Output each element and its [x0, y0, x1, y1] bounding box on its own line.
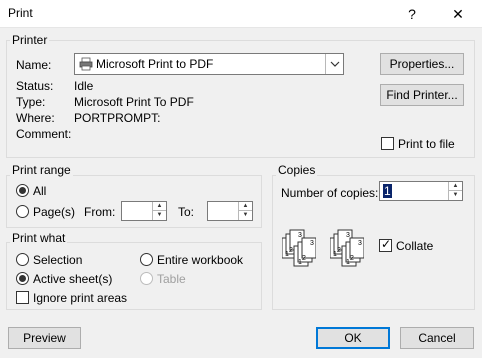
print-range-group-label: Print range [10, 163, 73, 177]
comment-label: Comment: [16, 127, 72, 141]
page-number: 3 [310, 240, 314, 247]
page-number: 2 [350, 255, 354, 262]
pages-label: Page(s) [33, 205, 76, 219]
page-number: 2 [302, 255, 306, 262]
copies-group-label: Copies [276, 163, 318, 177]
spin-up-icon[interactable]: ▲ [449, 182, 462, 191]
table-label: Table [157, 272, 186, 286]
from-spin-buttons[interactable]: ▲ ▼ [152, 202, 166, 220]
all-radio[interactable] [16, 184, 29, 197]
ignore-print-areas-label: Ignore print areas [33, 291, 128, 305]
selection-label: Selection [33, 253, 83, 267]
printer-group-label: Printer [10, 33, 50, 47]
print-what-group-label: Print what [10, 231, 68, 245]
spin-down-icon[interactable]: ▼ [449, 191, 462, 200]
chevron-down-icon[interactable] [325, 54, 343, 74]
spin-down-icon[interactable]: ▼ [153, 211, 166, 220]
printer-name-combo[interactable]: Microsoft Print to PDF [74, 53, 344, 75]
from-label: From: [84, 205, 116, 219]
selection-radio[interactable] [16, 253, 29, 266]
number-of-copies-stepper[interactable]: 1 ▲ ▼ [379, 181, 463, 201]
type-label: Type: [16, 95, 46, 109]
help-button[interactable]: ? [392, 0, 432, 28]
print-to-file-label: Print to file [398, 137, 455, 151]
close-button[interactable]: ✕ [438, 0, 478, 28]
type-value: Microsoft Print To PDF [74, 95, 194, 109]
preview-button[interactable]: Preview [8, 327, 81, 349]
where-value: PORTPROMPT: [74, 111, 161, 125]
printer-name-value: Microsoft Print to PDF [96, 57, 214, 71]
from-stepper[interactable]: ▲ ▼ [121, 201, 167, 221]
spin-down-icon[interactable]: ▼ [239, 211, 252, 220]
page-number: 2 [337, 247, 341, 254]
active-sheets-label: Active sheet(s) [33, 272, 113, 286]
spin-up-icon[interactable]: ▲ [153, 202, 166, 211]
active-sheets-radio[interactable] [16, 272, 29, 285]
printer-icon [79, 57, 93, 71]
to-spin-buttons[interactable]: ▲ ▼ [238, 202, 252, 220]
find-printer-button[interactable]: Find Printer... [380, 84, 464, 106]
cancel-button[interactable]: Cancel [400, 327, 474, 349]
entire-workbook-radio[interactable] [140, 253, 153, 266]
page-number: 3 [298, 232, 302, 239]
page-number: 2 [289, 247, 293, 254]
uncollated-pages-icon: 1 1 2 2 3 3 [282, 229, 316, 267]
all-label: All [33, 184, 47, 198]
page-number: 3 [358, 240, 362, 247]
spin-up-icon[interactable]: ▲ [239, 202, 252, 211]
window-title: Print [8, 6, 33, 20]
number-of-copies-label: Number of copies: [281, 186, 379, 200]
table-radio [140, 272, 153, 285]
pages-radio[interactable] [16, 205, 29, 218]
copies-spin-buttons[interactable]: ▲ ▼ [448, 182, 462, 200]
collated-pages-icon: 1 2 3 1 2 3 [330, 229, 364, 267]
properties-button[interactable]: Properties... [380, 53, 464, 75]
collate-checkbox[interactable] [379, 237, 392, 252]
page-number: 3 [346, 232, 350, 239]
status-value: Idle [74, 79, 94, 93]
printer-name-label: Name: [16, 58, 52, 72]
entire-workbook-label: Entire workbook [157, 253, 244, 267]
collate-label: Collate [396, 239, 434, 253]
number-of-copies-value: 1 [383, 184, 392, 198]
ok-button[interactable]: OK [316, 327, 390, 349]
status-label: Status: [16, 79, 54, 93]
where-label: Where: [16, 111, 55, 125]
title-bar: Print ? ✕ [0, 0, 482, 28]
to-label: To: [178, 205, 195, 219]
to-stepper[interactable]: ▲ ▼ [207, 201, 253, 221]
ignore-print-areas-checkbox[interactable] [16, 291, 29, 304]
print-to-file-checkbox[interactable] [381, 137, 394, 150]
